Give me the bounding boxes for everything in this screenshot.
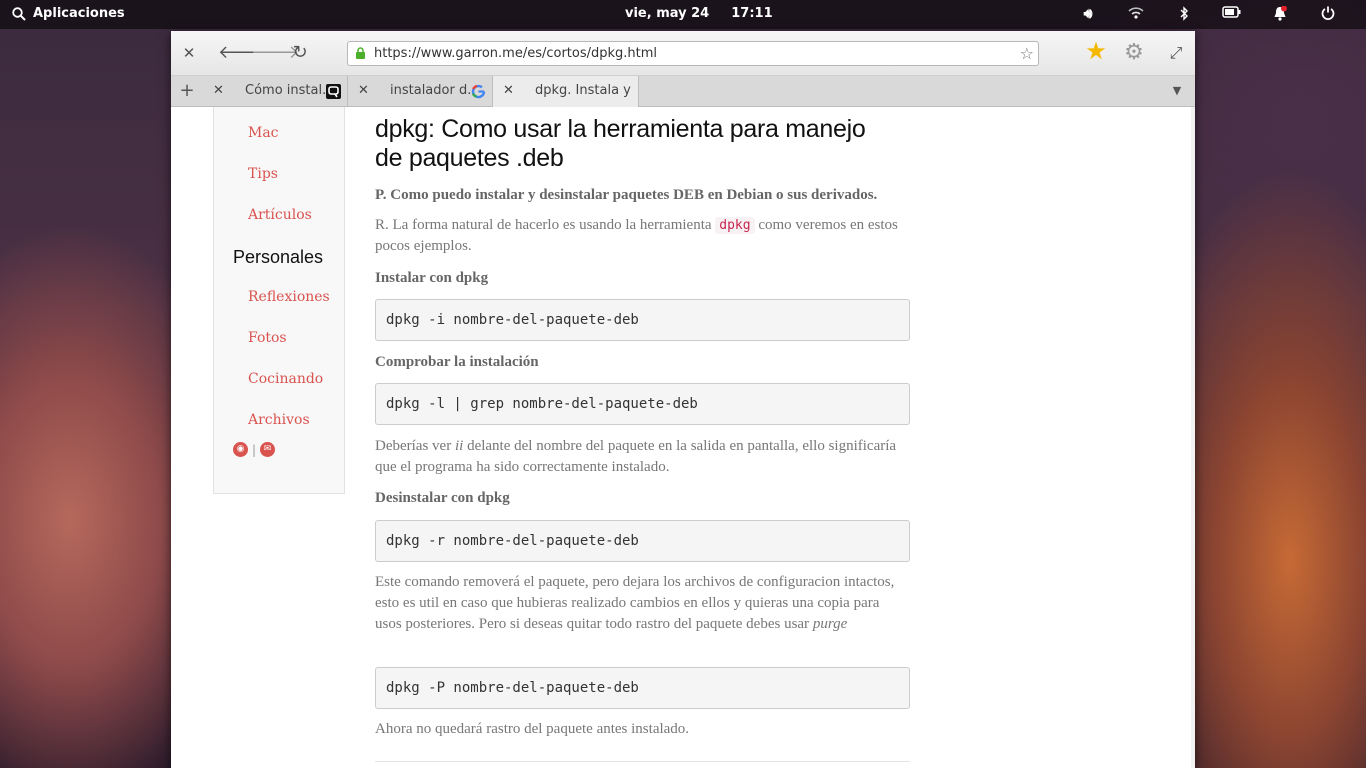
remove-text: Este comando removerá el paquete, pero d… — [375, 574, 895, 632]
email-icon[interactable]: ✉ — [260, 442, 276, 457]
scrollbar[interactable] — [1191, 107, 1195, 768]
heading-install: Instalar con dpkg — [375, 270, 489, 286]
time-label: 17:11 — [731, 6, 773, 21]
tab-2[interactable]: ✕ instalador d... — [348, 76, 493, 107]
url-bar[interactable]: https://www.garron.me/es/cortos/dpkg.htm… — [347, 41, 1039, 66]
tab-title: dpkg. Instala y ... — [535, 83, 635, 98]
tab-title: instalador d... — [390, 83, 472, 98]
close-tab-icon[interactable]: ✕ — [503, 76, 514, 106]
volume-icon[interactable]: 🔊︎ — [1064, 6, 1112, 25]
date-label: vie, may 24 — [625, 6, 710, 21]
answer-text: R. La forma natural de hacerlo es usando… — [375, 217, 898, 254]
sidebar-link-mac[interactable]: Mac — [248, 125, 279, 141]
tab-1[interactable]: ✕ Cómo instal... — [203, 76, 348, 107]
browser-toolbar: ✕ 🡐 🡒 ↻ https://www.garron.me/es/cortos/… — [171, 31, 1195, 76]
separator: | — [252, 442, 257, 457]
final-text: Ahora no quedará rastro del paquete ante… — [375, 721, 690, 737]
question-text: P. Como puedo instalar y desinstalar paq… — [375, 187, 878, 203]
sidebar-section-title: Personales — [233, 247, 324, 267]
battery-icon[interactable] — [1208, 6, 1256, 25]
notifications-icon[interactable] — [1256, 5, 1304, 25]
social-icons: ◉ | ✉ — [233, 442, 276, 457]
sidebar-link-archivos[interactable]: Archivos — [248, 412, 310, 428]
settings-gear-icon[interactable]: ⚙ — [1122, 41, 1146, 65]
heading-remove: Desinstalar con dpkg — [375, 490, 510, 506]
bookmark-star-icon[interactable]: ☆ — [1020, 42, 1034, 65]
forward-button[interactable]: 🡒 — [251, 41, 299, 65]
search-icon — [12, 6, 26, 21]
system-tray: 🔊︎ — [1064, 5, 1352, 25]
applications-menu[interactable]: Aplicaciones — [12, 6, 125, 21]
google-favicon-icon — [471, 84, 486, 99]
inline-code: dpkg — [715, 217, 755, 234]
rss-icon[interactable]: ◉ — [233, 442, 248, 457]
sidebar-link-tips[interactable]: Tips — [248, 166, 278, 182]
sidebar-link-fotos[interactable]: Fotos — [248, 330, 287, 346]
sidebar-link-reflexiones[interactable]: Reflexiones — [248, 289, 330, 305]
reload-button[interactable]: ↻ — [288, 41, 312, 65]
wifi-icon[interactable] — [1112, 6, 1160, 25]
close-window-button[interactable]: ✕ — [177, 41, 201, 65]
sidebar: Mac Tips Artículos Personales Reflexione… — [213, 107, 345, 494]
fullscreen-icon[interactable]: ⤢ — [1164, 41, 1188, 65]
applications-label: Aplicaciones — [33, 6, 125, 21]
top-panel: Aplicaciones vie, may 24 17:11 🔊︎ — [0, 0, 1366, 29]
page-content: Mac Tips Artículos Personales Reflexione… — [171, 107, 1195, 768]
tab-3[interactable]: ✕ dpkg. Instala y ... — [493, 76, 639, 107]
code-block-check: dpkg -l | grep nombre-del-paquete-deb — [375, 383, 910, 425]
close-tab-icon[interactable]: ✕ — [213, 76, 224, 106]
browser-window: ✕ 🡐 🡒 ↻ https://www.garron.me/es/cortos/… — [171, 31, 1195, 768]
page-title: dpkg: Como usar la herramienta para mane… — [375, 115, 866, 172]
check-text: Deberías ver ii delante del nombre del p… — [375, 438, 897, 475]
lock-icon — [356, 47, 365, 59]
tab-bar: + ✕ Cómo instal... ✕ instalador d... ✕ d… — [171, 76, 1195, 107]
clock[interactable]: vie, may 24 17:11 — [625, 6, 773, 21]
bookmarks-icon[interactable]: ★ — [1084, 39, 1108, 63]
bluetooth-icon[interactable] — [1160, 6, 1208, 25]
heading-check: Comprobar la instalación — [375, 354, 539, 370]
site-favicon-icon — [326, 84, 341, 99]
url-text: https://www.garron.me/es/cortos/dpkg.htm… — [374, 46, 658, 61]
back-button[interactable]: 🡐 — [218, 41, 266, 65]
code-block-purge: dpkg -P nombre-del-paquete-deb — [375, 667, 910, 709]
sidebar-link-articulos[interactable]: Artículos — [248, 207, 312, 223]
code-block-install: dpkg -i nombre-del-paquete-deb — [375, 299, 910, 341]
divider — [375, 761, 910, 762]
new-tab-button[interactable]: + — [175, 79, 199, 103]
code-block-remove: dpkg -r nombre-del-paquete-deb — [375, 520, 910, 562]
tab-title: Cómo instal... — [245, 83, 327, 98]
sidebar-link-cocinando[interactable]: Cocinando — [248, 371, 323, 387]
tab-list-chevron-down-icon[interactable]: ▼ — [1165, 79, 1189, 103]
power-icon[interactable] — [1304, 6, 1352, 25]
close-tab-icon[interactable]: ✕ — [358, 76, 369, 106]
